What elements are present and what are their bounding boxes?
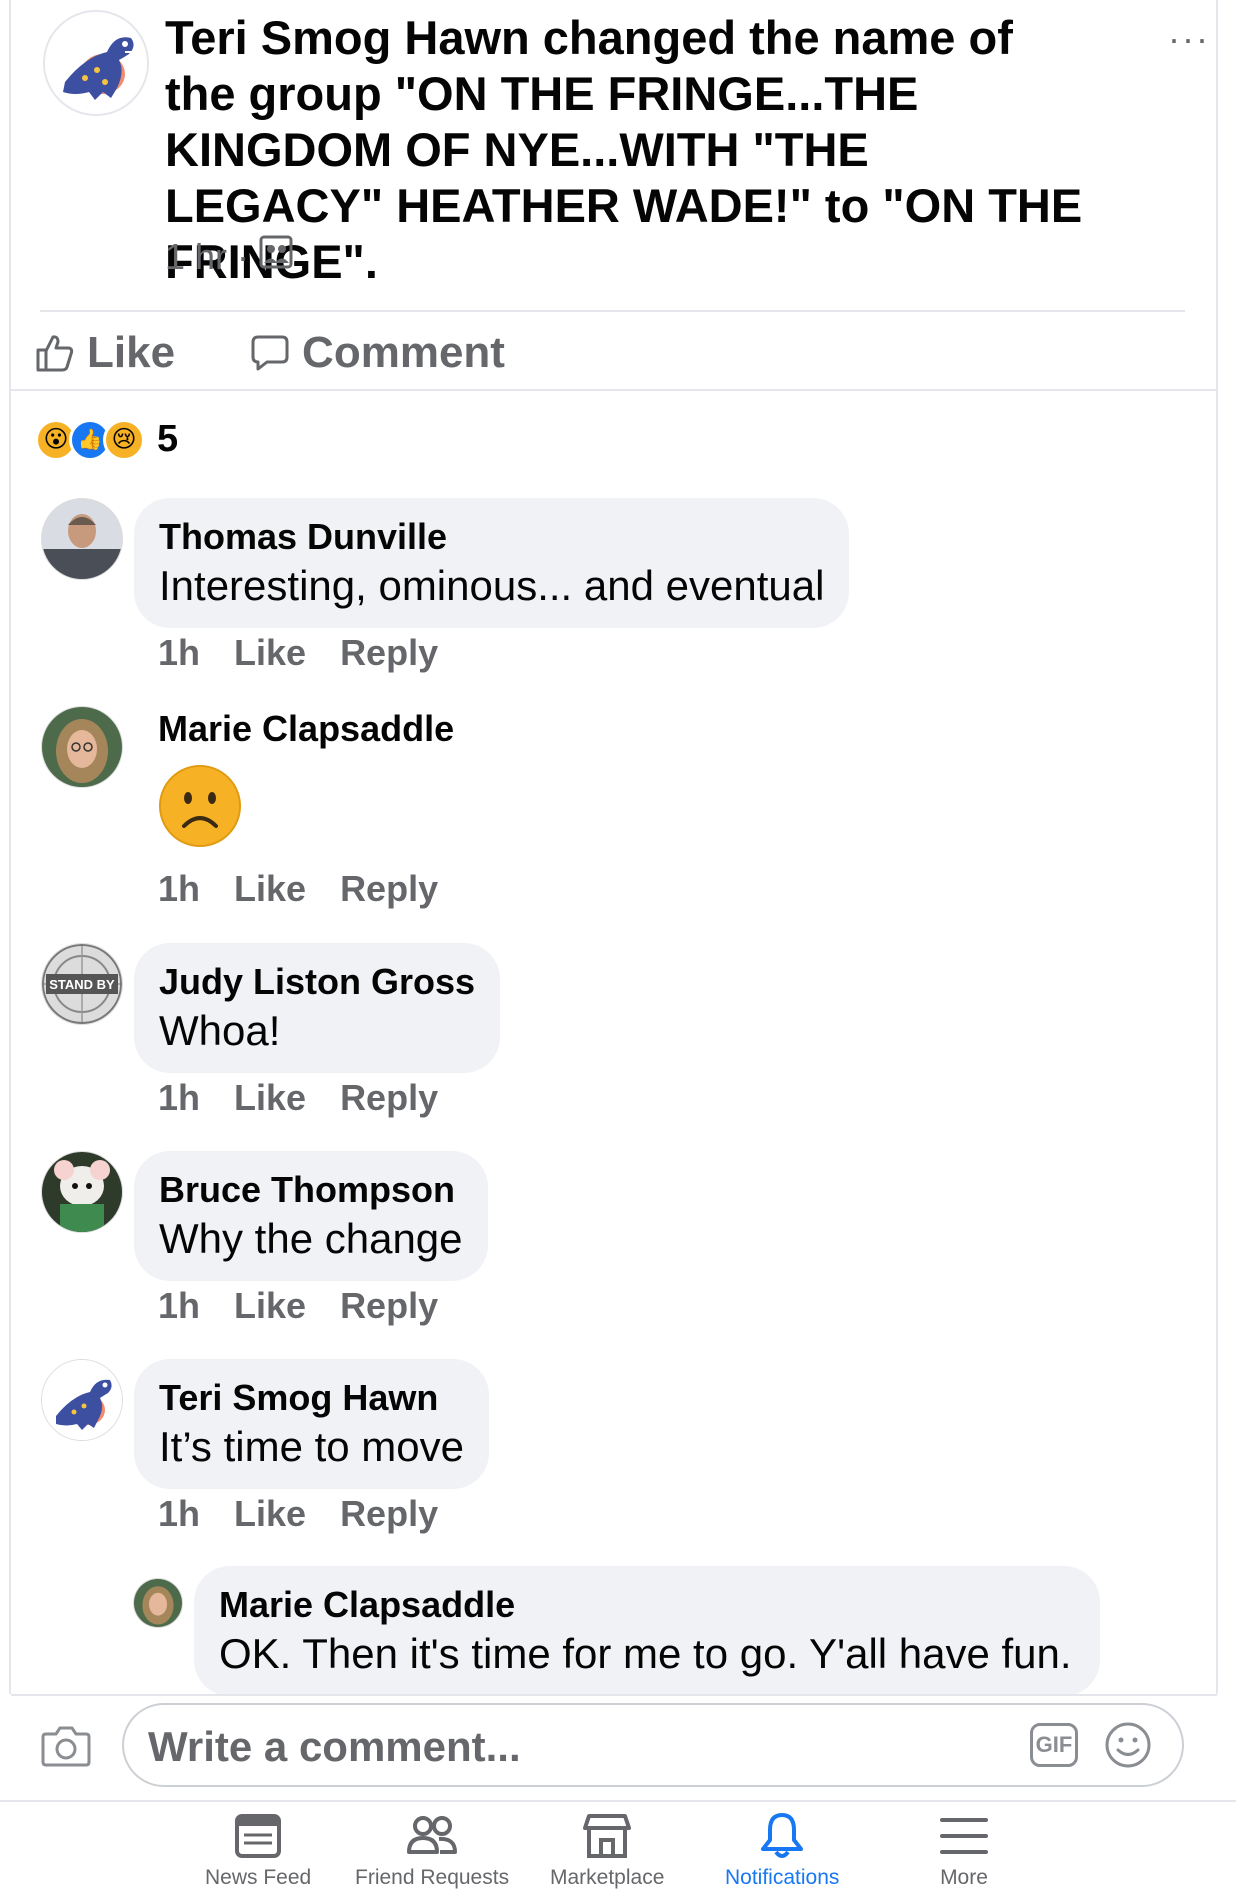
- divider: [11, 389, 1217, 391]
- tab-news-feed[interactable]: News Feed: [205, 1810, 311, 1890]
- divider: [11, 1694, 1217, 1696]
- comment-text: Interesting, ominous... and eventual: [159, 562, 825, 609]
- gif-button[interactable]: GIF: [1030, 1723, 1078, 1767]
- sad-reaction-icon: 😢: [103, 418, 145, 461]
- avatar[interactable]: [41, 498, 123, 580]
- meta-separator: ·: [237, 235, 250, 277]
- menu-icon: [940, 1818, 988, 1854]
- post-action-row: Like Comment: [35, 320, 580, 386]
- group-privacy-icon: [259, 235, 293, 278]
- bell-icon: [761, 1813, 804, 1858]
- comment-bubble: Marie Clapsaddle OK. Then it's time for …: [194, 1566, 1100, 1696]
- tab-friend-requests[interactable]: Friend Requests: [355, 1810, 509, 1890]
- comment-bubble: Judy Liston Gross Whoa!: [134, 943, 501, 1073]
- avatar[interactable]: [41, 706, 123, 788]
- post-actor-name[interactable]: Teri Smog Hawn: [165, 11, 530, 64]
- comment-reply-button[interactable]: Reply: [340, 1077, 438, 1119]
- tab-label: Marketplace: [550, 1866, 665, 1889]
- tab-label: Notifications: [725, 1866, 840, 1889]
- comment-button-label: Comment: [302, 328, 505, 377]
- bottom-tab-bar: News Feed Friend Requests Marketplace No…: [0, 1802, 1236, 1900]
- post-story-text: Teri Smog Hawn changed the name of the g…: [165, 10, 1085, 290]
- divider: [40, 310, 1185, 312]
- avatar[interactable]: [41, 1151, 123, 1233]
- frowning-emoji-icon: [158, 764, 242, 848]
- comment-bubble: Thomas Dunville Interesting, ominous... …: [134, 498, 850, 628]
- tab-label: More: [940, 1866, 988, 1889]
- comment-button[interactable]: Comment: [250, 328, 505, 378]
- comment-bubble: Bruce Thompson Why the change: [134, 1151, 488, 1281]
- comment-reply-button[interactable]: Reply: [340, 1493, 438, 1535]
- news-feed-icon: [235, 1814, 282, 1858]
- comment-time[interactable]: 1h: [158, 1493, 200, 1535]
- post-time[interactable]: 1 hr: [165, 236, 227, 278]
- comment-text: OK. Then it's time for me to go. Y'all h…: [219, 1630, 1072, 1677]
- comment-reply-button[interactable]: Reply: [340, 632, 438, 674]
- frame-border-left: [9, 0, 11, 1696]
- tab-notifications[interactable]: Notifications: [725, 1810, 839, 1890]
- emoji-icon[interactable]: [1104, 1721, 1152, 1769]
- comment-bubble: Teri Smog Hawn It’s time to move: [134, 1359, 489, 1489]
- comment-actions: 1h Like Reply: [158, 868, 438, 910]
- comment-reply-button[interactable]: Reply: [340, 1285, 438, 1327]
- friends-icon: [407, 1816, 458, 1854]
- comment-actions: 1h Like Reply: [158, 1493, 438, 1535]
- tab-more[interactable]: More: [938, 1810, 990, 1890]
- avatar-badge-text: STAND BY: [49, 977, 115, 992]
- reactions-count: 5: [157, 418, 179, 460]
- tab-label: Friend Requests: [355, 1866, 510, 1889]
- comment-input-placeholder: Write a comment...: [148, 1723, 521, 1770]
- comment-author[interactable]: Marie Clapsaddle: [219, 1582, 1072, 1628]
- comment-time[interactable]: 1h: [158, 1285, 200, 1327]
- comment-like-button[interactable]: Like: [234, 632, 306, 674]
- comment-input[interactable]: Write a comment... GIF: [122, 1703, 1184, 1787]
- like-button-label: Like: [87, 328, 176, 377]
- comment-actions: 1h Like Reply: [158, 1285, 438, 1327]
- comment-bubble-icon: [251, 335, 289, 371]
- comment-like-button[interactable]: Like: [234, 868, 306, 910]
- comment-author[interactable]: Judy Liston Gross: [159, 959, 475, 1005]
- like-button[interactable]: Like: [35, 328, 175, 378]
- dinosaur-avatar-icon: [42, 1360, 122, 1440]
- comment-like-button[interactable]: Like: [234, 1285, 306, 1327]
- marketplace-icon: [583, 1814, 632, 1858]
- comment-text: It’s time to move: [159, 1423, 464, 1470]
- avatar[interactable]: [133, 1578, 183, 1628]
- comment-author[interactable]: Teri Smog Hawn: [159, 1375, 464, 1421]
- dinosaur-avatar-icon: [45, 12, 147, 114]
- camera-icon[interactable]: [40, 1720, 92, 1772]
- avatar[interactable]: STAND BY: [41, 943, 123, 1025]
- comment-time[interactable]: 1h: [158, 868, 200, 910]
- comment-like-button[interactable]: Like: [234, 1077, 306, 1119]
- comment-text: Whoa!: [159, 1007, 281, 1054]
- avatar[interactable]: [41, 1359, 123, 1441]
- comment-actions: 1h Like Reply: [158, 632, 438, 674]
- thumbs-up-icon: [36, 335, 74, 372]
- post-meta: 1 hr ·: [165, 235, 293, 278]
- comment-reply-button[interactable]: Reply: [340, 868, 438, 910]
- comment-author[interactable]: Thomas Dunville: [159, 514, 824, 560]
- post-more-options-icon[interactable]: ···: [1168, 18, 1210, 60]
- comment-like-button[interactable]: Like: [234, 1493, 306, 1535]
- comment-time[interactable]: 1h: [158, 1077, 200, 1119]
- comment-author[interactable]: Bruce Thompson: [159, 1167, 463, 1213]
- comment-time[interactable]: 1h: [158, 632, 200, 674]
- frame-border-right: [1216, 0, 1218, 1696]
- comment-author[interactable]: Marie Clapsaddle: [158, 706, 454, 752]
- comment-actions: 1h Like Reply: [158, 1077, 438, 1119]
- comment-text: Why the change: [159, 1215, 463, 1262]
- post-author-avatar[interactable]: [43, 10, 149, 116]
- tab-marketplace[interactable]: Marketplace: [550, 1810, 664, 1890]
- tab-label: News Feed: [205, 1866, 312, 1889]
- reactions-summary[interactable]: 😮 👍 😢 5: [35, 418, 178, 461]
